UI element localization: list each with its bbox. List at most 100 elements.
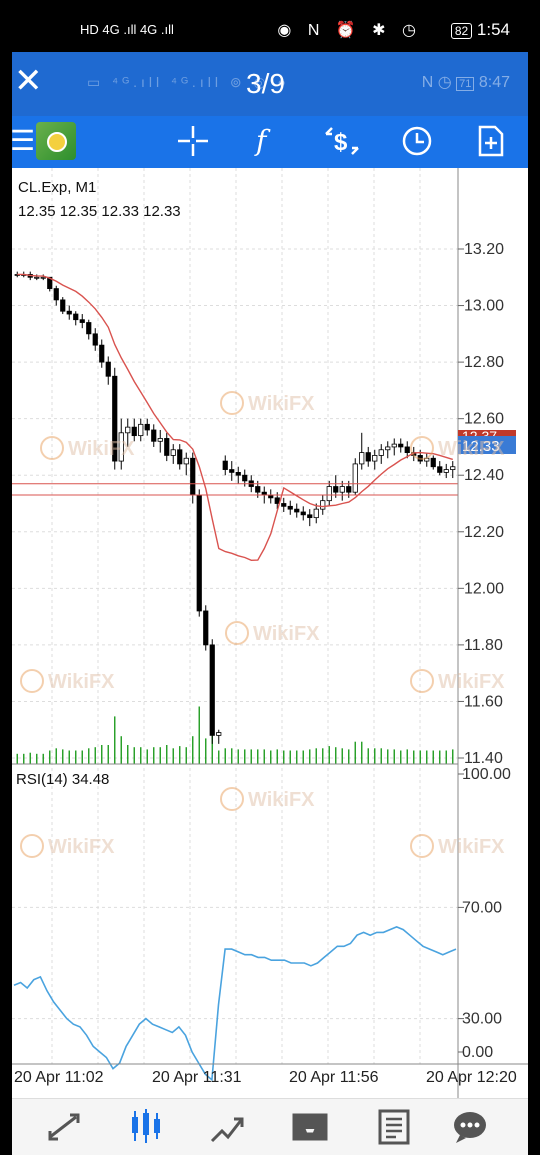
inner-time: 8:47 <box>478 74 510 91</box>
clock-time: 1:54 <box>476 20 510 39</box>
time-axis: 20 Apr 11:02 20 Apr 11:31 20 Apr 11:56 20 A… <box>14 1069 517 1086</box>
close-icon[interactable]: ✕ <box>14 64 43 98</box>
watermark-logo <box>410 669 434 693</box>
candle-body <box>300 511 306 516</box>
app-logo <box>36 122 76 160</box>
price-chart[interactable]: 13.20 13.00 12.80 12.60 12.40 12.20 12.00 11.80… <box>12 168 528 1098</box>
chart-area[interactable]: 13.20 13.00 12.80 12.60 12.40 12.20 12.00 11.80… <box>12 168 528 1098</box>
candle-body <box>326 486 332 502</box>
candle-body <box>320 500 326 510</box>
clock-icon[interactable] <box>400 124 434 166</box>
time-tick-label: 20 Apr 11:31 <box>152 1069 242 1086</box>
candle-body <box>164 438 170 456</box>
watermark-text: WikiFX <box>253 623 320 645</box>
volume-bars <box>16 706 454 764</box>
candle-body <box>378 449 384 456</box>
candle-body <box>242 474 248 482</box>
candle-body <box>359 452 365 465</box>
watermark-logo <box>225 621 249 645</box>
watermark-logo <box>410 834 434 858</box>
time-tick-label: 20 Apr 12:20 <box>426 1069 517 1086</box>
rsi-line <box>13 926 457 1082</box>
trade-icon[interactable]: $ <box>322 124 362 166</box>
watermark-text: WikiFX <box>48 836 115 858</box>
candle-body <box>313 508 319 519</box>
watermark-text: WikiFX <box>438 438 505 460</box>
candle-body <box>138 423 144 437</box>
candle-body <box>203 610 209 646</box>
candle-body <box>339 486 345 493</box>
ohlc-label: 12.35 12.35 12.33 12.33 <box>18 203 181 220</box>
watermark-logo <box>220 391 244 415</box>
candle-body <box>196 494 202 612</box>
symbol-label: CL.Exp, M1 <box>18 179 96 196</box>
rsi-axis: 100.00 70.00 30.00 0.00 <box>458 766 511 1061</box>
menu-icon[interactable]: ☰ <box>12 124 35 158</box>
candle-body <box>209 644 215 736</box>
news-icon[interactable] <box>374 1105 414 1149</box>
candle-body <box>144 423 150 431</box>
candle-body <box>372 455 378 462</box>
image-viewer-bar: ✕ ▭ ⁴ᴳ.ıll ⁴ᴳ.ıll ⊚ ◎ ● 3/9 N ◷ 71 8:47 <box>12 52 528 116</box>
history-icon[interactable] <box>290 1105 330 1149</box>
candle-body <box>131 426 137 437</box>
network-indicators: HD 4G .ıll 4G .ıll <box>80 22 174 37</box>
watermark-text: WikiFX <box>48 671 115 693</box>
candle-body <box>73 313 79 321</box>
candle-body <box>385 446 391 451</box>
candle-body <box>79 319 85 323</box>
chart-icon[interactable] <box>126 1105 166 1149</box>
watermark-logo <box>220 787 244 811</box>
rsi-tick-label: 70.00 <box>462 899 502 916</box>
candle-body <box>151 429 157 442</box>
app-window: ✕ ▭ ⁴ᴳ.ıll ⁴ᴳ.ıll ⊚ ◎ ● 3/9 N ◷ 71 8:47 … <box>12 52 528 1155</box>
price-tick-label: 13.20 <box>464 241 504 258</box>
candle-body <box>222 460 228 470</box>
candle-body <box>333 486 339 493</box>
candle-body <box>307 514 313 519</box>
chat-icon[interactable] <box>450 1105 490 1149</box>
rsi-tick-label: 30.00 <box>462 1011 502 1028</box>
trade-icon[interactable] <box>208 1105 248 1149</box>
candle-body <box>183 457 189 465</box>
candle-body <box>352 463 358 493</box>
price-tick-label: 12.20 <box>464 524 504 541</box>
candle-body <box>294 508 300 513</box>
candle-body <box>365 452 371 462</box>
chart-toolbar: ☰ f $ <box>12 116 528 168</box>
candle-body <box>66 310 72 315</box>
candle-body <box>287 505 293 510</box>
price-tick-label: 12.80 <box>464 354 504 371</box>
candle-body <box>216 732 222 736</box>
candle-body <box>450 466 456 470</box>
system-status-bar: HD 4G .ıll 4G .ıll ◉ N ⏰ ✱ ◷ 82 1:54 <box>0 0 540 60</box>
rsi-label: RSI(14) 34.48 <box>16 771 109 788</box>
bottom-navigation <box>12 1098 528 1155</box>
watermark-logo <box>20 669 44 693</box>
inner-status-right: N ◷ 71 8:47 <box>421 74 510 91</box>
candle-body <box>274 497 280 504</box>
candle-body <box>86 322 92 335</box>
watermark-text: WikiFX <box>438 671 505 693</box>
inner-battery: 71 <box>456 77 475 91</box>
price-tick-label: 11.40 <box>464 750 503 767</box>
price-tick-label: 12.60 <box>464 411 504 428</box>
candle-body <box>190 457 196 496</box>
price-tick-label: 13.00 <box>464 298 504 315</box>
quotes-icon[interactable] <box>44 1105 84 1149</box>
price-tick-label: 12.40 <box>464 467 504 484</box>
function-icon[interactable]: f <box>256 124 266 158</box>
watermark-text: WikiFX <box>248 393 315 415</box>
watermark-text: WikiFX <box>438 836 505 858</box>
candle-body <box>404 446 410 454</box>
rsi-tick-label: 100.00 <box>462 766 511 783</box>
candle-body <box>125 426 131 434</box>
candle-body <box>34 276 40 279</box>
add-object-icon[interactable] <box>476 124 506 166</box>
candle-body <box>170 449 176 456</box>
price-tick-label: 11.80 <box>464 637 503 654</box>
candle-body <box>60 299 66 312</box>
watermark-logo <box>20 834 44 858</box>
crosshair-icon[interactable] <box>176 124 210 166</box>
candle-body <box>40 276 46 279</box>
